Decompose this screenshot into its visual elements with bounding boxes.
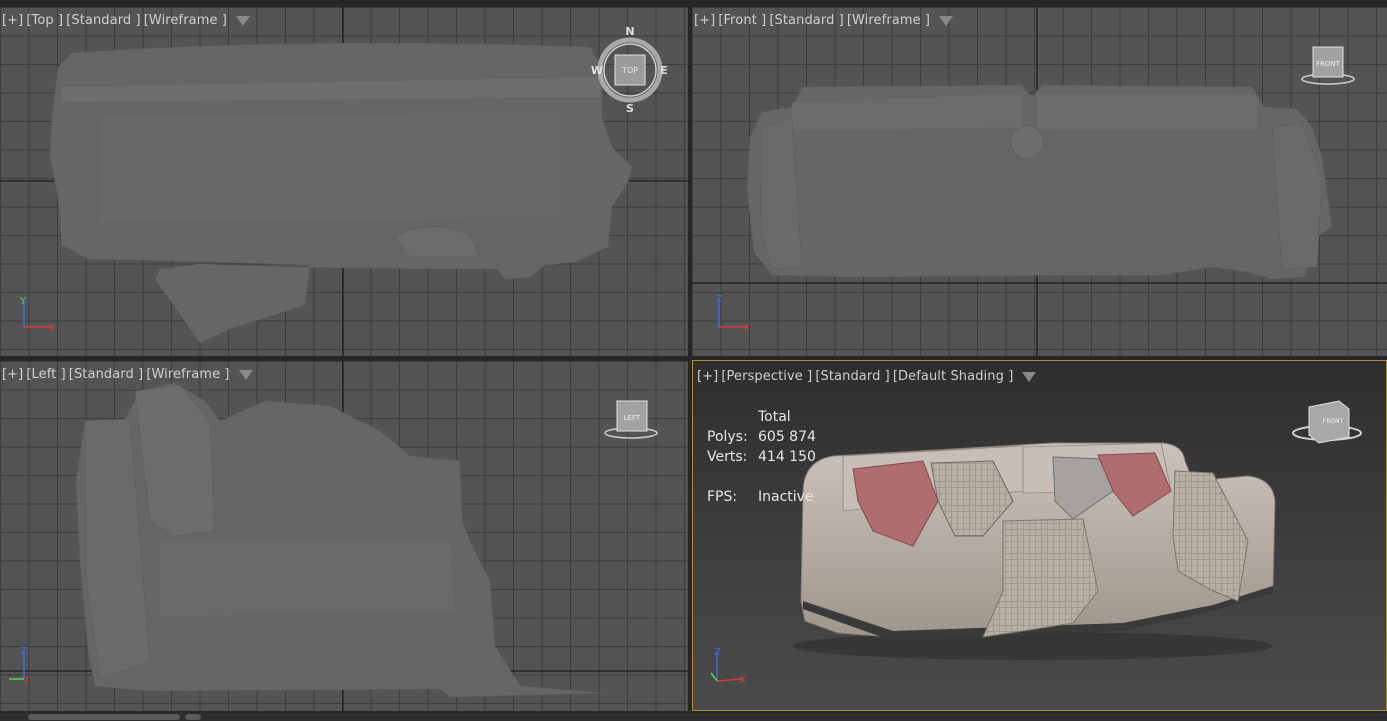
viewport-perspective-label: [+] [Perspective ] [Standard ] [Default …: [697, 369, 1037, 384]
stats-polys-value: 605 874: [758, 429, 816, 445]
svg-text:X: X: [743, 323, 750, 334]
viewport-left[interactable]: LEFT Z Y [+] [Left ] [Standard ] [Wirefr…: [0, 361, 688, 711]
svg-text:Z: Z: [21, 646, 28, 657]
viewport-left-mode[interactable]: [Wireframe ]: [146, 367, 229, 382]
viewport-top[interactable]: TOP N S E W Y X [+] [Top ] [Standard ] […: [0, 7, 688, 356]
viewport-front-shading[interactable]: [Standard ]: [769, 13, 844, 28]
viewport-perspective-shading[interactable]: [Standard ]: [815, 369, 890, 384]
viewport-left-label: [+] [Left ] [Standard ] [Wireframe ]: [2, 367, 253, 382]
cube-front-label: FRONT: [1316, 60, 1341, 68]
compass[interactable]: TOP N S E W: [591, 25, 668, 115]
top-scene: TOP N S E W Y X: [0, 7, 688, 356]
cube-perspective-label: FRONT: [1323, 418, 1344, 425]
viewport-front-label: [+] [Front ] [Standard ] [Wireframe ]: [694, 13, 954, 28]
viewport-left-menu[interactable]: [+]: [2, 367, 23, 382]
svg-text:Z: Z: [716, 294, 723, 305]
viewport-front-mode[interactable]: [Wireframe ]: [847, 13, 930, 28]
stats-fps-value: Inactive: [758, 489, 814, 505]
svg-text:Y: Y: [19, 296, 27, 307]
viewport-top-label: [+] [Top ] [Standard ] [Wireframe ]: [2, 13, 250, 28]
axis-tripod-top: Y X: [19, 296, 55, 334]
viewport-top-mode[interactable]: [Wireframe ]: [144, 13, 227, 28]
statistics-overlay: Total Polys: 605 874 Verts: 414 150 FPS:…: [707, 407, 847, 507]
sofa-render: [793, 442, 1276, 660]
viewport-perspective-view[interactable]: [Perspective ]: [721, 369, 812, 384]
front-scene: FRONT Z X: [692, 7, 1387, 356]
filter-icon[interactable]: [235, 15, 250, 26]
stats-header: Total: [758, 409, 791, 425]
view-cube-perspective[interactable]: FRONT: [1292, 400, 1362, 444]
view-cube-front[interactable]: FRONT: [1301, 46, 1355, 85]
filter-icon[interactable]: [939, 15, 954, 26]
sofa-mesh-left: [75, 382, 606, 698]
viewport-front-view[interactable]: [Front ]: [718, 13, 766, 28]
filter-icon[interactable]: [238, 369, 253, 380]
svg-text:Z: Z: [714, 647, 721, 658]
time-slider-thumb[interactable]: [28, 714, 180, 720]
viewport-left-view[interactable]: [Left ]: [26, 367, 65, 382]
cube-top-label: TOP: [621, 66, 638, 75]
compass-s: S: [626, 102, 634, 115]
viewport-top-menu[interactable]: [+]: [2, 13, 23, 28]
stats-verts-label: Verts:: [707, 449, 748, 465]
viewport-left-shading[interactable]: [Standard ]: [69, 367, 144, 382]
axis-tripod-left: Z Y: [9, 646, 30, 686]
compass-w: W: [591, 64, 603, 77]
viewport-front[interactable]: FRONT Z X [+] [Front ] [Standard ] [Wire…: [692, 7, 1387, 356]
sofa-mesh-top: [49, 42, 633, 344]
stats-polys-label: Polys:: [707, 429, 748, 445]
viewport-top-shading[interactable]: [Standard ]: [66, 13, 141, 28]
stats-fps-label: FPS:: [707, 489, 738, 505]
time-slider-track[interactable]: [0, 713, 1387, 721]
svg-text:Y: Y: [22, 675, 30, 686]
viewport-perspective-menu[interactable]: [+]: [697, 369, 718, 384]
axis-tripod-front: Z X: [716, 294, 750, 334]
viewport-front-menu[interactable]: [+]: [694, 13, 715, 28]
viewport-perspective-mode[interactable]: [Default Shading ]: [893, 369, 1014, 384]
viewport-top-view[interactable]: [Top ]: [26, 13, 63, 28]
time-slider-button[interactable]: [185, 714, 201, 720]
svg-text:X: X: [48, 323, 55, 334]
stats-verts-value: 414 150: [758, 449, 816, 465]
sofa-mesh-front: [746, 84, 1333, 280]
view-cube-left[interactable]: LEFT: [604, 400, 658, 439]
compass-e: E: [660, 64, 668, 77]
axis-tripod-perspective: Z X: [710, 647, 746, 686]
svg-text:X: X: [739, 675, 746, 686]
filter-icon[interactable]: [1022, 371, 1037, 382]
left-scene: LEFT Z Y: [0, 361, 688, 711]
compass-n: N: [625, 25, 634, 38]
viewport-perspective[interactable]: FRONT Z X [+] [Perspective ] [Standard ]…: [692, 360, 1387, 711]
cube-left-label: LEFT: [624, 414, 641, 422]
